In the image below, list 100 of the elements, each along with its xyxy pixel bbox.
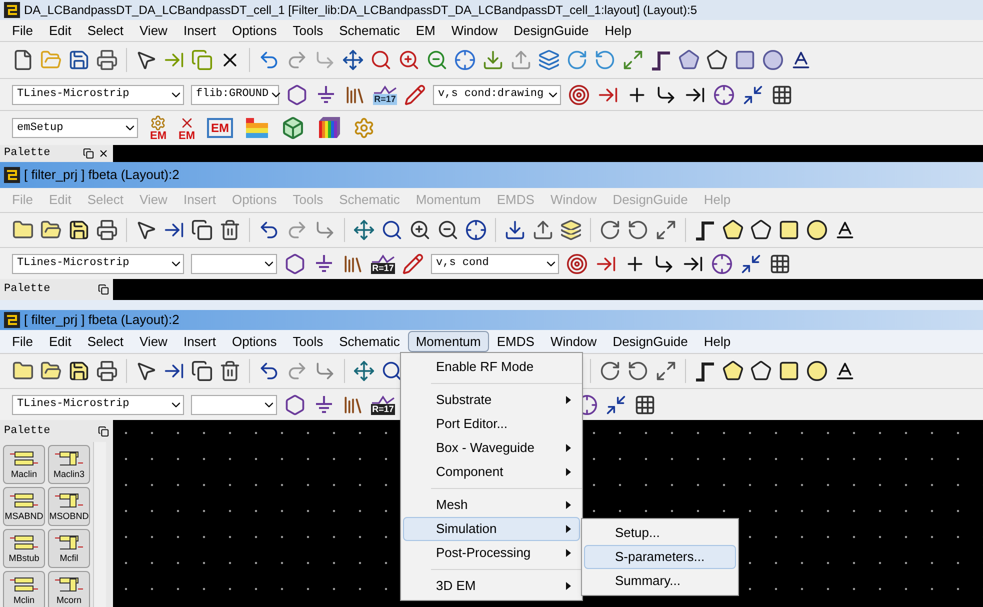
polyline-icon[interactable] [706, 49, 728, 71]
cube-icon[interactable] [281, 116, 305, 140]
polyline-icon[interactable] [750, 219, 772, 241]
rotate-back-icon[interactable] [627, 219, 649, 241]
target-icon[interactable] [568, 84, 590, 106]
menu-option[interactable]: Substrate [403, 388, 580, 412]
grid-icon[interactable] [769, 252, 791, 274]
menu-option[interactable]: Mesh [403, 493, 580, 517]
trash-icon[interactable] [219, 219, 241, 241]
menu-item[interactable]: Tools [284, 331, 332, 352]
arrows-inward-icon[interactable] [740, 252, 762, 274]
menu-item[interactable]: Tools [284, 20, 332, 40]
rotate-back-icon[interactable] [627, 360, 649, 382]
library-combo[interactable]: TLines-Microstrip [12, 394, 184, 414]
ground-icon[interactable] [313, 252, 335, 274]
arrows-inward-icon[interactable] [605, 394, 627, 416]
undo-icon[interactable] [258, 219, 280, 241]
snap-mode-combo[interactable]: v,s cond:drawing [433, 84, 561, 104]
pointer-icon[interactable] [135, 49, 157, 71]
palette-component-button[interactable]: MSABND [3, 487, 45, 526]
menu-item[interactable]: Select [79, 20, 132, 40]
palette-component-button[interactable]: Mclin [3, 571, 45, 607]
color-stack-icon[interactable] [245, 116, 269, 140]
menu-item[interactable]: View [132, 331, 176, 352]
menu-item[interactable]: DesignGuide [506, 20, 597, 40]
port-icon[interactable] [284, 394, 306, 416]
crosshair-icon[interactable] [465, 219, 487, 241]
scrollbar[interactable] [93, 442, 106, 607]
rotate-icon[interactable] [599, 219, 621, 241]
menu-item[interactable]: Schematic [331, 331, 408, 352]
menu-item[interactable]: Momentum [408, 331, 489, 352]
palette-component-button[interactable]: MSOBND [48, 487, 90, 526]
menu-item[interactable]: Window [443, 20, 506, 40]
menu-option[interactable]: Post-Processing [403, 541, 580, 565]
step-line-icon[interactable] [694, 360, 716, 382]
menu-item[interactable]: DesignGuide [604, 331, 696, 352]
folder-icon[interactable] [12, 360, 34, 382]
printer-icon[interactable] [96, 219, 118, 241]
menu-item[interactable]: View [132, 20, 176, 40]
menu-item[interactable]: EM [408, 20, 444, 40]
restore-icon[interactable] [98, 426, 109, 436]
file-icon[interactable] [12, 49, 34, 71]
spectrum-cube-icon[interactable] [317, 116, 341, 140]
rectangle-icon[interactable] [778, 219, 800, 241]
undo-icon[interactable] [258, 360, 280, 382]
grid-icon[interactable] [634, 394, 656, 416]
menu-item[interactable]: Edit [40, 331, 80, 352]
menu-option[interactable]: Enable RF Mode [403, 355, 580, 379]
printer-icon[interactable] [96, 49, 118, 71]
grid-icon[interactable] [771, 84, 793, 106]
flip-icon[interactable] [655, 360, 677, 382]
snap-mode-combo[interactable]: v,s cond [431, 254, 559, 274]
zoom-in-icon[interactable] [398, 49, 420, 71]
move-icon[interactable] [353, 360, 375, 382]
text-tool-icon[interactable] [790, 49, 812, 71]
folder-open-icon[interactable] [40, 219, 62, 241]
pencil-icon[interactable] [404, 84, 426, 106]
ground-icon[interactable] [315, 84, 337, 106]
menu-option[interactable]: S-parameters... [584, 545, 736, 569]
rectangle-icon[interactable] [778, 360, 800, 382]
save-icon[interactable] [68, 219, 90, 241]
flip-icon[interactable] [655, 219, 677, 241]
undo-icon[interactable] [258, 49, 280, 71]
library-combo[interactable]: TLines-Microstrip [12, 84, 184, 104]
polyline-icon[interactable] [750, 360, 772, 382]
gear-icon[interactable] [353, 117, 375, 139]
step-line-icon[interactable] [694, 219, 716, 241]
menu-item[interactable]: File [4, 20, 41, 40]
rotate-icon[interactable] [566, 49, 588, 71]
close-icon[interactable] [98, 148, 109, 159]
menu-option[interactable]: Setup... [584, 521, 736, 545]
port-icon[interactable] [286, 84, 308, 106]
pointer-icon[interactable] [135, 219, 157, 241]
move-icon[interactable] [353, 219, 375, 241]
polygon-icon[interactable] [722, 219, 744, 241]
flip-icon[interactable] [622, 49, 644, 71]
restore-icon[interactable] [98, 284, 109, 295]
component-combo[interactable]: flib:GROUND [191, 84, 279, 104]
pencil-icon[interactable] [402, 252, 424, 274]
text-tool-icon[interactable] [834, 360, 856, 382]
restore-icon[interactable] [83, 148, 94, 159]
pointer-icon[interactable] [135, 360, 157, 382]
palette-component-button[interactable]: MBstub [3, 529, 45, 568]
library-combo[interactable]: TLines-Microstrip [12, 254, 184, 274]
circle-icon[interactable] [806, 219, 828, 241]
menu-item[interactable]: Help [596, 20, 640, 40]
menu-option[interactable]: Summary... [584, 569, 736, 593]
ground-icon[interactable] [313, 394, 335, 416]
folder-open-icon[interactable] [40, 360, 62, 382]
rotate-icon[interactable] [599, 360, 621, 382]
menu-item[interactable]: Window [542, 331, 605, 352]
em-setup-combo[interactable]: emSetup [12, 118, 138, 138]
text-tool-icon[interactable] [834, 219, 856, 241]
folder-icon[interactable] [12, 219, 34, 241]
move-icon[interactable] [342, 49, 364, 71]
arrows-inward-icon[interactable] [742, 84, 764, 106]
menu-item[interactable]: EMDS [488, 331, 542, 352]
menu-item[interactable]: Options [224, 331, 285, 352]
zoom-out-icon[interactable] [437, 219, 459, 241]
download-icon[interactable] [504, 219, 526, 241]
